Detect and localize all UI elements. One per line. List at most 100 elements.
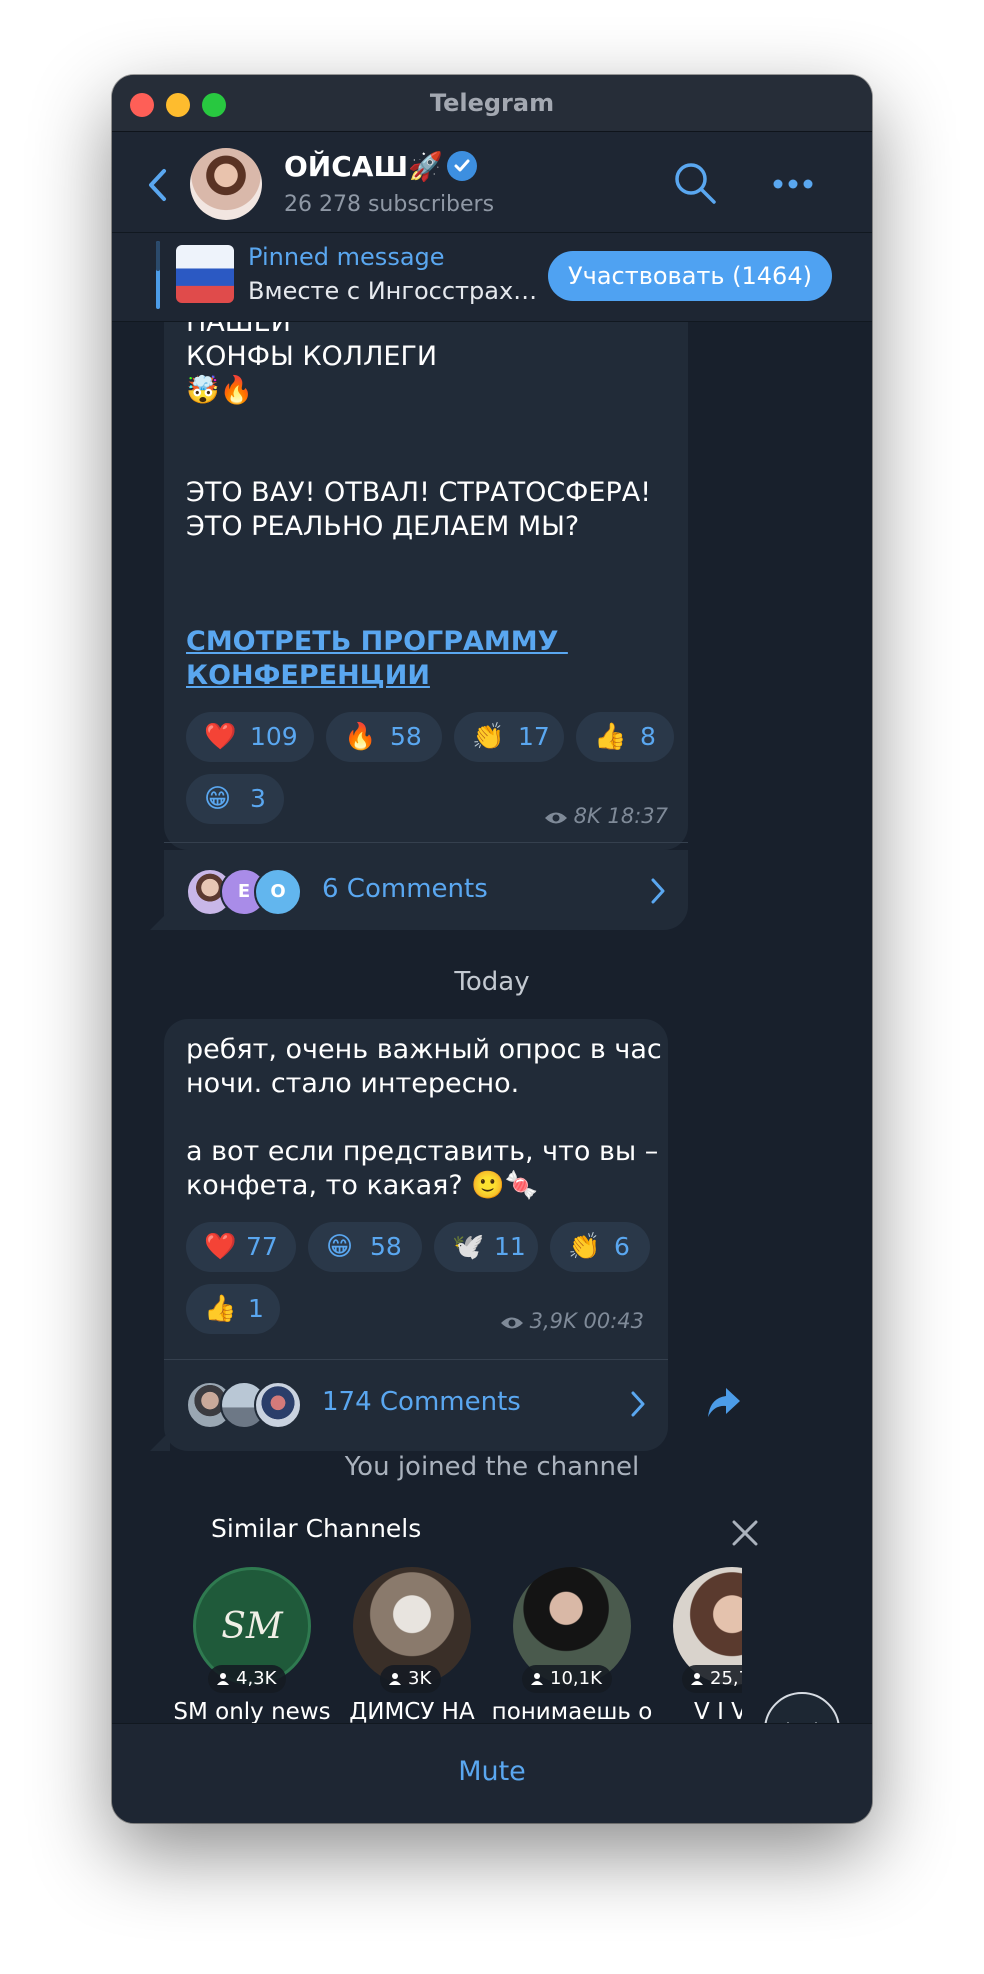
heart-icon: ❤️ — [204, 1232, 237, 1262]
message-meta: 8K 18:37 — [544, 804, 668, 828]
eye-icon — [544, 812, 567, 824]
reaction-heart[interactable]: ❤️ 109 — [186, 712, 314, 762]
subscriber-count: 4,3K — [236, 1668, 277, 1689]
message-bubble[interactable]: НАШЕЙ КОНФЫ КОЛЛЕГИ 🤯🔥 ЭТО ВАУ! ОТВАЛ! С… — [164, 322, 688, 850]
reaction-count: 6 — [614, 1232, 630, 1261]
comments-button[interactable]: 174 Comments — [164, 1363, 668, 1443]
message-text: ребят, очень важный опрос в час ночи. ст… — [186, 1034, 662, 1201]
commenter-avatar — [254, 1381, 302, 1429]
chevron-down-icon — [786, 1722, 818, 1724]
comments-divider — [164, 1359, 668, 1360]
clap-icon: 👏 — [472, 722, 505, 752]
fire-icon: 🔥 — [344, 722, 377, 752]
search-icon[interactable] — [672, 160, 718, 206]
share-icon[interactable] — [706, 1386, 742, 1420]
reaction-clap[interactable]: 👏 17 — [454, 712, 564, 762]
pinned-thumbnail — [176, 245, 234, 303]
message-text: НАШЕЙ КОНФЫ КОЛЛЕГИ 🤯🔥 ЭТО ВАУ! ОТВАЛ! С… — [186, 322, 652, 542]
channel-title[interactable]: ОЙСАШ🚀 — [284, 150, 477, 183]
subscriber-count: 26 278 subscribers — [284, 192, 495, 217]
avatar-logo: SM — [221, 1606, 283, 1647]
channel-avatar[interactable] — [190, 148, 262, 220]
message-bubble[interactable]: ребят, очень важный опрос в час ночи. ст… — [164, 1019, 668, 1451]
comments-label: 6 Comments — [322, 874, 488, 904]
verified-icon — [446, 151, 477, 181]
person-icon — [217, 1673, 229, 1685]
message-meta: 3,9K 00:43 — [500, 1309, 644, 1333]
scroll-down-button[interactable] — [764, 1692, 840, 1724]
comments-divider — [164, 842, 688, 843]
subscriber-count: 3K — [408, 1668, 432, 1689]
reaction-thumbs-up[interactable]: 👍 1 — [186, 1284, 280, 1334]
chat-footer: Mute — [112, 1723, 872, 1823]
views-time: 8K 18:37 — [573, 804, 668, 828]
similar-channel-item[interactable]: SM 4,3K SM only news — [172, 1567, 332, 1724]
heart-icon: ❤️ — [204, 722, 237, 752]
similar-channel-item[interactable]: 10,1K понимаешь о чем я? — [492, 1567, 652, 1724]
close-icon[interactable] — [730, 1518, 760, 1548]
reaction-count: 109 — [250, 722, 298, 751]
commenter-avatar: O — [254, 868, 302, 916]
reaction-count: 77 — [246, 1232, 278, 1261]
message-list[interactable]: НАШЕЙ КОНФЫ КОЛЛЕГИ 🤯🔥 ЭТО ВАУ! ОТВАЛ! С… — [112, 322, 872, 1724]
channel-name: V I V A K — [694, 1699, 742, 1724]
mute-button[interactable]: Mute — [112, 1756, 872, 1787]
comments-section: E O 6 Comments — [164, 850, 688, 930]
pinned-message-bar[interactable]: Pinned message Вместе с Ингосстрах… Учас… — [112, 233, 872, 322]
clap-icon: 👏 — [568, 1232, 601, 1262]
program-link[interactable]: СМОТРЕТЬ ПРОГРАММУ КОНФЕРЕНЦИИ — [186, 625, 568, 693]
subscriber-badge: 3K — [380, 1665, 442, 1693]
reaction-count: 58 — [370, 1232, 402, 1261]
pinned-indicator-segment — [156, 241, 160, 271]
reaction-dove[interactable]: 🕊️ 11 — [434, 1222, 538, 1272]
subscriber-count: 10,1K — [550, 1668, 602, 1689]
reaction-count: 11 — [494, 1232, 526, 1261]
reaction-count: 3 — [250, 784, 266, 813]
similar-channel-item[interactable]: 3K ДИМСУ НА ЛИНИИ 📞 — [332, 1567, 492, 1724]
reaction-count: 1 — [248, 1294, 264, 1323]
reaction-grin[interactable]: 😁 3 — [186, 774, 284, 824]
channel-name: ДИМСУ НА ЛИНИИ 📞 — [349, 1699, 475, 1724]
comments-button[interactable]: E O 6 Comments — [164, 850, 688, 930]
subscriber-badge: 10,1K — [522, 1665, 612, 1693]
reaction-grin[interactable]: 😁 58 — [308, 1222, 422, 1272]
reaction-count: 17 — [518, 722, 550, 751]
channel-name: ОЙСАШ🚀 — [284, 150, 443, 183]
reaction-fire[interactable]: 🔥 58 — [326, 712, 442, 762]
channel-name: SM only news — [173, 1699, 331, 1724]
subscriber-badge: 25,7K — [682, 1665, 742, 1693]
reaction-count: 58 — [390, 722, 422, 751]
pinned-text: Вместе с Ингосстрах… — [248, 277, 538, 305]
thumbs-up-icon: 👍 — [204, 1294, 237, 1324]
grin-icon: 😁 — [326, 1232, 354, 1262]
telegram-window: Telegram ОЙСАШ🚀 26 278 subscribers Pinne… — [112, 75, 872, 1823]
reaction-clap[interactable]: 👏 6 — [550, 1222, 650, 1272]
reaction-heart[interactable]: ❤️ 77 — [186, 1222, 296, 1272]
back-icon[interactable] — [146, 168, 170, 202]
window-title: Telegram — [429, 89, 555, 117]
channel-name: понимаешь о чем я? — [491, 1699, 653, 1724]
service-message: You joined the channel — [344, 1452, 640, 1482]
date-separator: Today — [454, 967, 530, 997]
participate-button[interactable]: Участвовать (1464) — [548, 251, 832, 301]
similar-channels-title: Similar Channels — [211, 1514, 422, 1543]
eye-icon — [500, 1317, 523, 1329]
dove-icon: 🕊️ — [452, 1232, 485, 1262]
person-icon — [389, 1673, 401, 1685]
similar-channel-item[interactable]: 25,7K V I V A K — [652, 1567, 742, 1724]
person-icon — [691, 1673, 703, 1685]
thumbs-up-icon: 👍 — [594, 722, 627, 752]
person-icon — [531, 1673, 543, 1685]
reaction-thumbs-up[interactable]: 👍 8 — [576, 712, 674, 762]
subscriber-count: 25,7K — [710, 1668, 742, 1689]
subscriber-badge: 4,3K — [208, 1665, 287, 1693]
comments-label: 174 Comments — [322, 1387, 521, 1417]
views-time: 3,9K 00:43 — [529, 1309, 644, 1333]
bubble-tail — [150, 910, 170, 930]
similar-channels-list[interactable]: SM 4,3K SM only news 3K ДИМСУ НА ЛИНИИ 📞… — [172, 1567, 742, 1724]
more-icon[interactable] — [772, 178, 814, 190]
chat-header: ОЙСАШ🚀 26 278 subscribers — [112, 132, 872, 233]
chevron-right-icon — [631, 1391, 645, 1417]
bubble-tail — [150, 1431, 170, 1451]
reaction-count: 8 — [640, 722, 656, 751]
